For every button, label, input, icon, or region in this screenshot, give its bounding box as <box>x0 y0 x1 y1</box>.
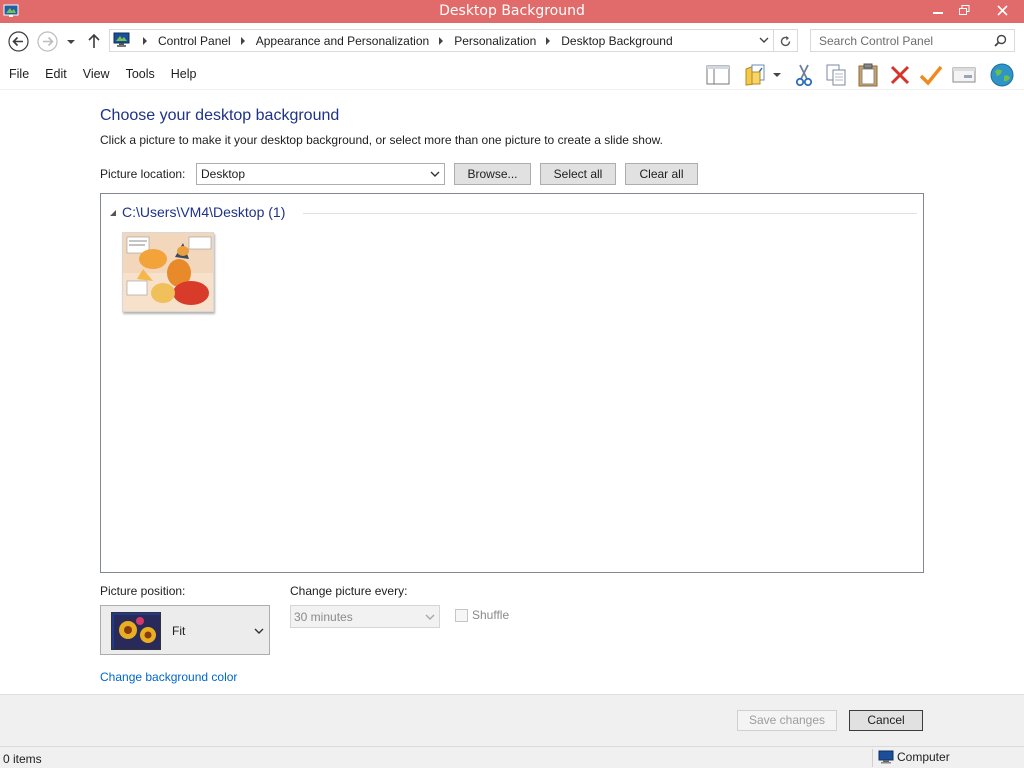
delete-icon[interactable] <box>887 62 913 88</box>
properties-icon[interactable] <box>951 62 977 88</box>
control-panel-icon <box>113 32 130 47</box>
breadcrumb-control-panel[interactable]: Control Panel <box>157 34 232 48</box>
status-item-count: 0 items <box>3 752 42 766</box>
search-input[interactable]: Search Control Panel <box>810 29 1015 52</box>
browse-button[interactable]: Browse... <box>454 163 531 185</box>
address-bar[interactable]: Control Panel Appearance and Personaliza… <box>109 29 774 52</box>
change-background-color-link[interactable]: Change background color <box>100 670 237 684</box>
picture-location-label: Picture location: <box>100 167 186 181</box>
chevron-down-icon <box>430 171 440 177</box>
minimize-button[interactable] <box>924 0 952 20</box>
menu-help[interactable]: Help <box>162 67 204 81</box>
status-location: Computer <box>878 750 950 764</box>
breadcrumb-separator-icon[interactable] <box>439 37 444 45</box>
breadcrumb-desktop-background[interactable]: Desktop Background <box>560 34 673 48</box>
status-bar: 0 items Computer <box>0 746 1024 768</box>
wallpaper-image <box>123 233 213 311</box>
page-description: Click a picture to make it your desktop … <box>100 133 663 147</box>
computer-icon <box>878 750 894 764</box>
breadcrumb: Control Panel Appearance and Personaliza… <box>134 34 674 48</box>
collapse-triangle-icon[interactable] <box>110 210 116 216</box>
back-button-icon[interactable] <box>8 31 29 52</box>
title-bar: Desktop Background <box>0 0 1024 23</box>
breadcrumb-appearance-and-personalization[interactable]: Appearance and Personalization <box>255 34 430 48</box>
page-title: Choose your desktop background <box>100 107 340 124</box>
picture-position-label: Picture position: <box>100 584 186 598</box>
refresh-icon <box>780 36 791 47</box>
change-picture-every-value: 30 minutes <box>294 610 353 624</box>
address-row: Control Panel Appearance and Personaliza… <box>0 23 1024 59</box>
save-changes-button[interactable]: Save changes <box>737 710 837 731</box>
menu-tools[interactable]: Tools <box>117 67 162 81</box>
recent-locations-chevron-down-icon[interactable] <box>64 35 78 49</box>
clear-all-button[interactable]: Clear all <box>625 163 698 185</box>
forward-button-icon[interactable] <box>37 31 58 52</box>
status-divider <box>872 749 873 767</box>
group-header[interactable]: C:\Users\VM4\Desktop (1) <box>108 204 917 224</box>
change-picture-every-label: Change picture every: <box>290 584 408 598</box>
folder-options-icon[interactable] <box>742 62 782 88</box>
group-divider <box>303 213 917 214</box>
paste-icon[interactable] <box>855 62 881 88</box>
select-all-button[interactable]: Select all <box>540 163 616 185</box>
close-button[interactable] <box>980 0 1024 20</box>
refresh-button[interactable] <box>774 29 798 52</box>
picture-position-select[interactable]: Fit <box>100 605 270 655</box>
picture-location-select[interactable]: Desktop <box>196 163 445 185</box>
shuffle-checkbox[interactable]: Shuffle <box>455 608 509 622</box>
breadcrumb-separator-icon[interactable] <box>143 37 147 45</box>
search-placeholder: Search Control Panel <box>819 34 934 48</box>
minimize-icon <box>933 12 943 14</box>
restore-button[interactable] <box>950 0 978 20</box>
cut-icon[interactable] <box>791 62 817 88</box>
up-arrow-icon[interactable] <box>86 32 102 50</box>
layout-icon[interactable] <box>705 62 731 88</box>
shuffle-label: Shuffle <box>472 608 510 622</box>
breadcrumb-separator-icon[interactable] <box>240 37 245 45</box>
group-title: C:\Users\VM4\Desktop (1) <box>122 204 286 220</box>
wallpaper-thumbnail[interactable] <box>122 232 214 312</box>
position-preview-image <box>111 612 161 650</box>
menu-file[interactable]: File <box>0 67 36 81</box>
menu-view[interactable]: View <box>74 67 117 81</box>
globe-icon[interactable] <box>989 62 1015 88</box>
change-picture-every-select[interactable]: 30 minutes <box>290 605 440 628</box>
picture-list[interactable]: C:\Users\VM4\Desktop (1) <box>100 193 924 573</box>
breadcrumb-personalization[interactable]: Personalization <box>453 34 537 48</box>
address-history-chevron-down-icon[interactable] <box>758 34 770 46</box>
shuffle-checkbox-box[interactable] <box>455 608 468 622</box>
copy-icon[interactable] <box>823 62 849 88</box>
restore-icon <box>958 4 969 15</box>
main-content: Choose your desktop background Click a p… <box>0 90 1024 694</box>
check-icon[interactable] <box>918 62 944 88</box>
chevron-down-icon <box>254 628 264 634</box>
menu-edit[interactable]: Edit <box>36 67 74 81</box>
footer: Save changes Cancel <box>0 694 1024 746</box>
chevron-down-icon <box>425 614 435 620</box>
cancel-button[interactable]: Cancel <box>849 710 923 731</box>
picture-location-value: Desktop <box>201 167 246 181</box>
picture-position-value: Fit <box>172 624 186 638</box>
search-icon[interactable] <box>994 34 1007 47</box>
status-location-label: Computer <box>897 750 950 764</box>
close-icon <box>996 4 1008 16</box>
breadcrumb-separator-icon[interactable] <box>546 37 551 45</box>
menu-bar: File Edit View Tools Help <box>0 59 1024 90</box>
window-title: Desktop Background <box>439 3 585 19</box>
